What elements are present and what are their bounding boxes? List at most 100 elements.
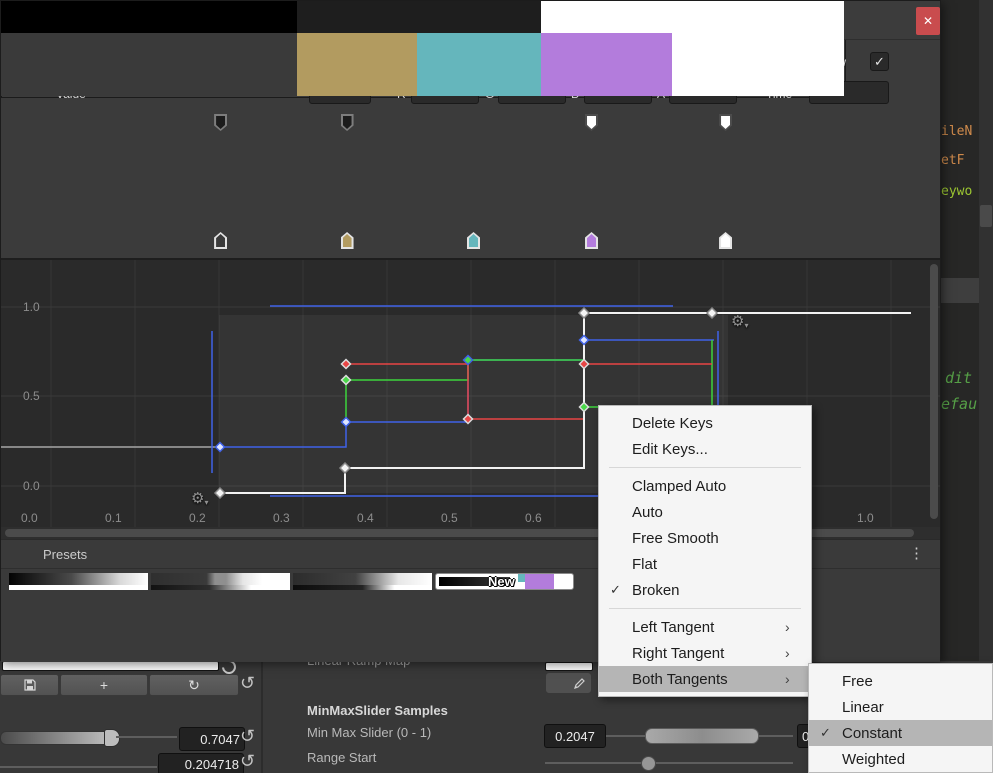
minmax-header: MinMaxSlider Samples xyxy=(307,703,448,718)
edit-ramp-button[interactable] xyxy=(545,672,592,694)
key-gear-icon-right[interactable]: ⚙▾ xyxy=(731,314,748,333)
menu-separator xyxy=(609,467,801,468)
gradient-alpha-row xyxy=(1,1,844,33)
menu-separator xyxy=(609,608,801,609)
minmax-track-left[interactable] xyxy=(606,735,646,737)
color-segment xyxy=(417,33,541,96)
alpha-key-marker[interactable] xyxy=(341,114,354,131)
range-start-handle[interactable] xyxy=(641,756,656,771)
alpha-key-marker[interactable] xyxy=(214,114,227,131)
presets-header: Presets xyxy=(43,547,87,562)
code-scrollbar-thumb[interactable] xyxy=(980,205,992,227)
color-key-marker[interactable] xyxy=(214,232,227,249)
menu-item-delete-keys[interactable]: Delete Keys xyxy=(599,410,811,436)
alpha-key-marker[interactable] xyxy=(719,114,732,131)
menu-item-broken[interactable]: ✓Broken xyxy=(599,577,811,603)
undo-icon-3[interactable]: ↺ xyxy=(240,752,255,770)
curve-vscrollbar-thumb[interactable] xyxy=(930,264,938,519)
range-start-track[interactable] xyxy=(545,762,793,764)
check-icon: ✓ xyxy=(874,54,885,70)
close-icon: ✕ xyxy=(923,14,933,28)
code-scrollbar-track[interactable] xyxy=(979,0,993,661)
gradient-preview[interactable] xyxy=(1,1,846,98)
code-text: efau xyxy=(941,395,977,413)
color-key-marker[interactable] xyxy=(467,232,480,249)
range-start-label: Range Start xyxy=(307,750,376,765)
preset-new-teal-segment xyxy=(518,574,525,582)
menu-item-auto[interactable]: Auto xyxy=(599,499,811,525)
tangent-submenu: Free Linear ✓Constant Weighted xyxy=(808,663,993,773)
ramp-slider-handle[interactable] xyxy=(104,729,120,747)
x-tick-label: 0.6 xyxy=(525,511,542,525)
alpha-key-marker[interactable] xyxy=(585,114,598,131)
slider1-value-field[interactable]: 0.7047 xyxy=(179,727,245,751)
srgb-checkbox[interactable]: ✓ xyxy=(870,52,889,71)
ramp-slider-fill[interactable] xyxy=(0,731,114,745)
submenu-item-linear[interactable]: Linear xyxy=(809,694,992,720)
color-segment xyxy=(1,33,297,96)
color-segment xyxy=(297,33,418,96)
refresh-icon: ↻ xyxy=(188,677,200,694)
preset-swatch-new[interactable]: New xyxy=(435,573,574,590)
code-text: etF xyxy=(941,153,964,168)
x-tick-label: 0.1 xyxy=(105,511,122,525)
menu-item-free-smooth[interactable]: Free Smooth xyxy=(599,525,811,551)
x-tick-label: 0.4 xyxy=(357,511,374,525)
y-tick-label: 1.0 xyxy=(23,300,40,314)
menu-item-flat[interactable]: Flat xyxy=(599,551,811,577)
submenu-arrow-icon: › xyxy=(785,645,811,661)
pencil-icon xyxy=(573,677,586,690)
x-tick-label: 0.2 xyxy=(189,511,206,525)
floppy-icon xyxy=(24,679,36,691)
color-key-marker[interactable] xyxy=(719,232,732,249)
preset-new-purple-segment xyxy=(525,574,554,589)
kebab-menu-icon[interactable]: ⋮ xyxy=(909,544,924,562)
close-button[interactable]: ✕ xyxy=(916,7,940,35)
undo-icon-2[interactable]: ↺ xyxy=(240,727,255,745)
y-tick-label: 0.5 xyxy=(23,389,40,403)
submenu-item-free[interactable]: Free xyxy=(809,668,992,694)
x-tick-label: 0.3 xyxy=(273,511,290,525)
color-segment xyxy=(672,33,844,96)
preset-swatch-2[interactable] xyxy=(151,573,290,590)
alpha-segment xyxy=(297,1,541,33)
x-tick-label: 0.0 xyxy=(21,511,38,525)
menu-item-clamped-auto[interactable]: Clamped Auto xyxy=(599,473,811,499)
x-tick-label: 1.0 xyxy=(857,511,874,525)
key-gear-icon-left[interactable]: ⚙▾ xyxy=(191,491,208,510)
alpha-segment xyxy=(541,1,844,33)
menu-item-left-tangent[interactable]: Left Tangent› xyxy=(599,614,811,640)
save-ramp-button[interactable] xyxy=(0,674,59,696)
add-preset-button[interactable]: + xyxy=(60,674,148,696)
plus-icon: + xyxy=(100,677,108,693)
x-tick-label: 0.5 xyxy=(441,511,458,525)
slider2-value-field[interactable]: 0.204718 xyxy=(158,753,244,773)
minmax-value-field[interactable]: 0.2047 xyxy=(544,724,606,748)
submenu-item-weighted[interactable]: Weighted xyxy=(809,746,992,772)
check-icon: ✓ xyxy=(809,725,842,741)
minmax-track-right[interactable] xyxy=(758,735,793,737)
submenu-item-constant[interactable]: ✓Constant xyxy=(809,720,992,746)
preset-swatch-3[interactable] xyxy=(293,573,432,590)
ramp-preview-left[interactable] xyxy=(2,661,219,671)
ramp-preview-right[interactable] xyxy=(545,662,593,671)
ramp-slider-track[interactable] xyxy=(116,736,177,738)
minmax-label: Min Max Slider (0 - 1) xyxy=(307,725,431,740)
color-key-marker[interactable] xyxy=(585,232,598,249)
minmax-range-bar[interactable] xyxy=(645,728,759,744)
menu-item-edit-keys[interactable]: Edit Keys... xyxy=(599,436,811,462)
code-text: dit xyxy=(945,369,972,387)
submenu-arrow-icon: › xyxy=(785,619,811,635)
check-icon: ✓ xyxy=(599,582,632,598)
menu-item-both-tangents[interactable]: Both Tangents› xyxy=(599,666,811,692)
context-menu: Delete Keys Edit Keys... Clamped Auto Au… xyxy=(598,405,812,697)
screen: + ↻ ↺ 0.7047 ↺ 0.204718 ↺ Linear Ramp Ma… xyxy=(0,0,993,773)
code-text: eywo xyxy=(941,184,972,199)
menu-item-right-tangent[interactable]: Right Tangent› xyxy=(599,640,811,666)
undo-icon[interactable]: ↺ xyxy=(240,674,255,692)
refresh-button[interactable]: ↻ xyxy=(149,674,239,696)
slider2-track[interactable] xyxy=(0,766,157,768)
color-key-marker[interactable] xyxy=(341,232,354,249)
gradient-color-row xyxy=(1,33,844,96)
preset-swatch-1[interactable] xyxy=(9,573,148,590)
